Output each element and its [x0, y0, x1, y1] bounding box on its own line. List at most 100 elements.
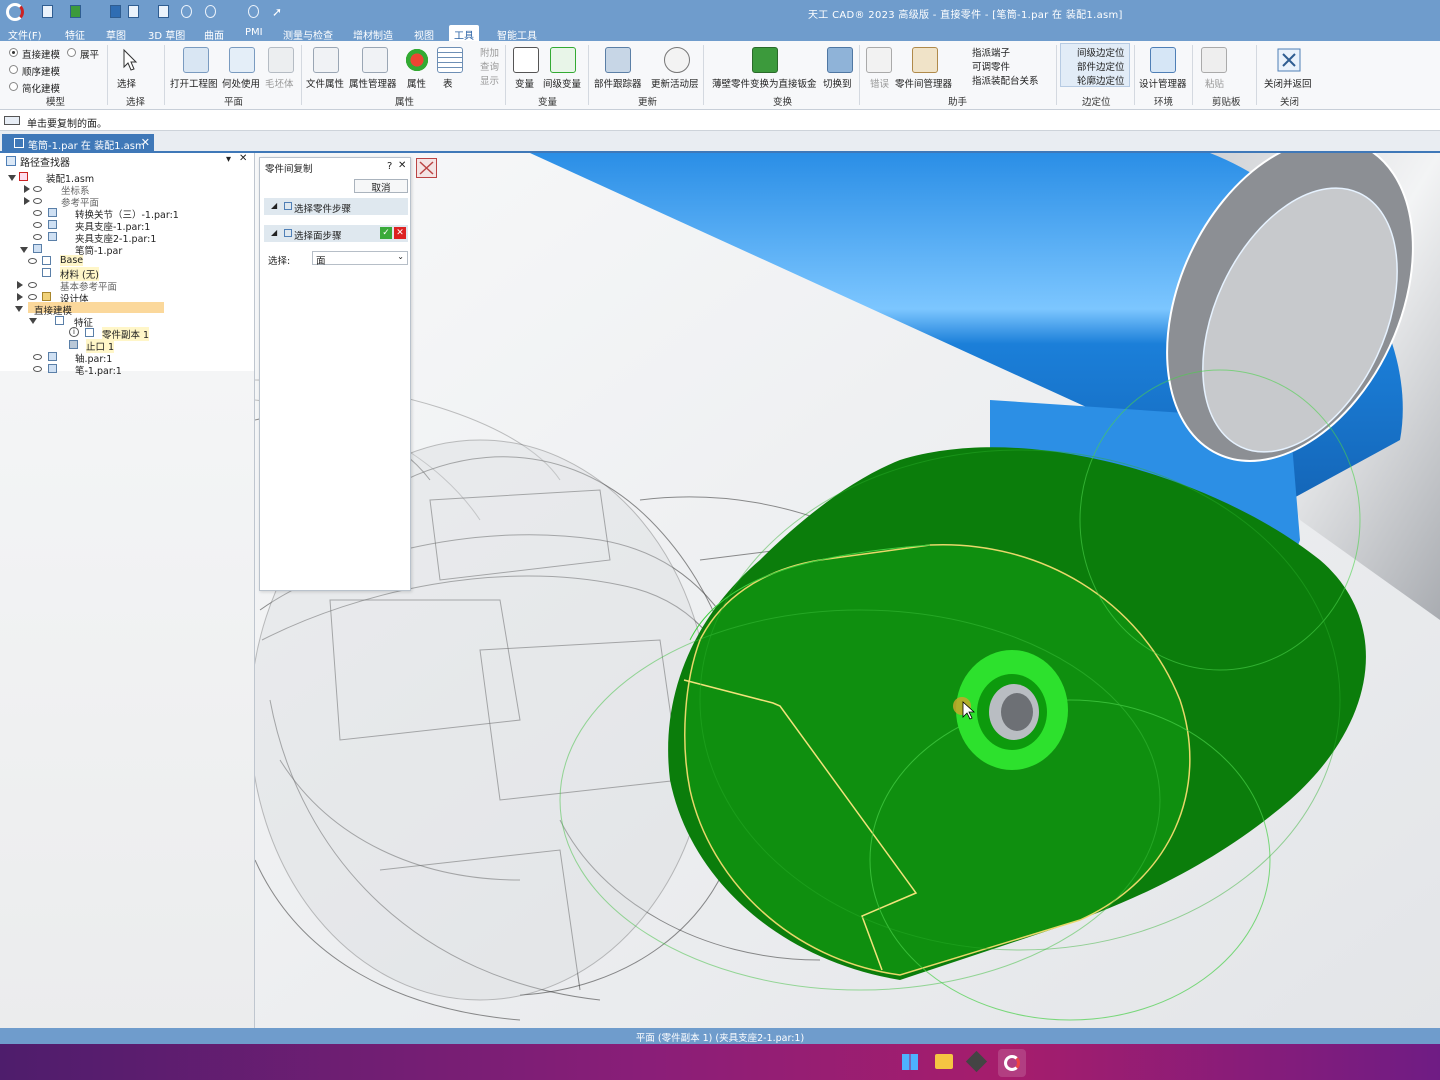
contour-edge-locate-button[interactable]: 轮廓边定位	[1077, 73, 1125, 87]
expand-icon[interactable]	[29, 318, 37, 324]
blank-body-button[interactable]: 毛坯体	[265, 76, 294, 90]
app-cube-icon[interactable]	[965, 1050, 988, 1073]
menu-additive[interactable]: 增材制造	[353, 27, 393, 42]
menu-surface[interactable]: 曲面	[204, 27, 224, 42]
dialog-close-icon[interactable]: ✕	[398, 160, 406, 171]
error-button[interactable]: 错误	[870, 76, 889, 90]
menu-sketch[interactable]: 草图	[106, 27, 126, 42]
menu-inspect[interactable]: 测量与检查	[283, 27, 333, 42]
windows-start-icon[interactable]	[902, 1054, 918, 1070]
open-drawing-button[interactable]: 打开工程图	[170, 76, 218, 90]
part-icon	[48, 232, 57, 241]
pathfinder-close-icon[interactable]: ✕	[239, 153, 247, 164]
select-face-step[interactable]: ◢ 选择面步骤 ✓ ✕	[264, 225, 408, 242]
close-return-button[interactable]: 关闭并返回	[1264, 76, 1312, 90]
menu-features[interactable]: 特征	[65, 27, 85, 42]
3d-viewport[interactable]	[255, 153, 1440, 1028]
save-as-icon[interactable]	[128, 5, 139, 18]
collapse-icon[interactable]	[17, 293, 23, 301]
exit-command-icon[interactable]	[416, 158, 437, 178]
inter-part-manager-button[interactable]: 零件间管理器	[895, 76, 952, 90]
paste-button[interactable]: 粘贴	[1205, 76, 1224, 90]
part-edge-locate-button[interactable]: 部件边定位	[1077, 59, 1125, 73]
close-tab-icon[interactable]: ✕	[141, 136, 150, 149]
repeat-icon[interactable]	[248, 5, 259, 18]
ordered-modeling-radio[interactable]	[9, 65, 18, 74]
redo-icon[interactable]	[205, 5, 216, 18]
accept-icon[interactable]: ✓	[380, 227, 392, 239]
reject-icon[interactable]: ✕	[394, 227, 406, 239]
menu-file[interactable]: 文件(F)	[8, 27, 42, 42]
direct-modeling-radio[interactable]	[9, 48, 18, 57]
select-filter-dropdown[interactable]: 面 ⌄	[312, 251, 408, 267]
visibility-icon[interactable]	[33, 198, 42, 204]
visibility-icon[interactable]	[28, 258, 37, 264]
collapse-icon[interactable]	[17, 281, 23, 289]
menu-tools[interactable]: 工具	[449, 25, 479, 42]
inter-edge-locate-button[interactable]: 间级边定位	[1077, 45, 1125, 59]
visibility-icon[interactable]	[33, 354, 42, 360]
attach-button[interactable]: 附加	[480, 45, 499, 59]
visibility-icon[interactable]	[33, 210, 42, 216]
display-button[interactable]: 显示	[480, 73, 499, 87]
new-file-icon[interactable]	[42, 5, 53, 18]
select-part-step-label: 选择零件步骤	[294, 204, 352, 215]
simplified-modeling-radio[interactable]	[9, 82, 18, 91]
menu-smart-tools[interactable]: 智能工具	[497, 27, 537, 42]
menu-view[interactable]: 视图	[414, 27, 434, 42]
expand-icon[interactable]	[8, 175, 16, 181]
collapse-step-icon[interactable]: ◢	[271, 228, 277, 237]
help-icon[interactable]: ?	[387, 161, 392, 172]
info-icon: i	[69, 327, 79, 337]
expand-icon[interactable]	[20, 247, 28, 253]
prompt-icon	[4, 116, 20, 125]
select-button[interactable]: 选择	[117, 76, 136, 90]
ordered-modeling-label: 顺序建模	[22, 67, 61, 78]
menu-3d-sketch[interactable]: 3D 草图	[148, 27, 185, 42]
part-tracker-button[interactable]: 部件跟踪器	[594, 76, 642, 90]
file-explorer-icon[interactable]	[935, 1054, 953, 1069]
print-icon[interactable]	[158, 5, 169, 18]
select-part-step[interactable]: ◢ 选择零件步骤	[264, 198, 408, 215]
property-manager-button[interactable]: 属性管理器	[349, 76, 397, 90]
pointer-icon[interactable]: ➚	[272, 5, 283, 19]
pathfinder-menu-icon[interactable]: ▾	[226, 154, 231, 165]
visibility-icon[interactable]	[28, 294, 37, 300]
tree-item-base[interactable]: Base	[60, 255, 84, 266]
part-icon	[48, 208, 57, 217]
visibility-icon[interactable]	[28, 282, 37, 288]
variables-button[interactable]: 变量	[515, 76, 534, 90]
query-button[interactable]: 查询	[480, 59, 499, 73]
visibility-icon[interactable]	[33, 234, 42, 240]
properties-button[interactable]: 属性	[407, 76, 426, 90]
file-properties-button[interactable]: 文件属性	[306, 76, 344, 90]
cancel-button[interactable]: 取消	[354, 179, 408, 194]
center-bore[interactable]	[956, 650, 1068, 770]
where-used-button[interactable]: 何处使用	[222, 76, 260, 90]
cad-app-taskbar-button[interactable]	[998, 1049, 1026, 1077]
update-layers-button[interactable]: 更新活动层	[651, 76, 699, 90]
expand-icon[interactable]	[15, 306, 23, 312]
assign-terminal-button[interactable]: 指派端子	[972, 45, 1010, 59]
adjustable-part-button[interactable]: 可调零件	[972, 59, 1010, 73]
collapse-icon[interactable]	[24, 197, 30, 205]
collapse-step-icon[interactable]: ◢	[271, 201, 277, 210]
save-icon[interactable]	[110, 5, 121, 18]
design-manager-button[interactable]: 设计管理器	[1139, 76, 1187, 90]
flatten-radio[interactable]	[67, 48, 76, 57]
tree-item-pen[interactable]: 笔-1.par:1	[75, 363, 122, 377]
undo-icon[interactable]	[181, 5, 192, 18]
document-tab[interactable]: 笔筒-1.par 在 装配1.asm ✕	[2, 134, 154, 153]
tree-item-direct-modeling[interactable]: 直接建模	[34, 303, 72, 317]
menu-pmi[interactable]: PMI	[245, 27, 263, 38]
assign-assembly-relation-button[interactable]: 指派装配台关系	[972, 73, 1039, 87]
convert-sheetmetal-button[interactable]: 薄壁零件变换为直接钣金	[712, 76, 817, 90]
open-icon[interactable]	[70, 5, 81, 18]
table-button[interactable]: 表	[443, 76, 453, 90]
inter-variables-button[interactable]: 间级变量	[543, 76, 581, 90]
switch-to-button[interactable]: 切换到	[823, 76, 852, 90]
collapse-icon[interactable]	[24, 185, 30, 193]
visibility-icon[interactable]	[33, 186, 42, 192]
visibility-icon[interactable]	[33, 222, 42, 228]
visibility-icon[interactable]	[33, 366, 42, 372]
